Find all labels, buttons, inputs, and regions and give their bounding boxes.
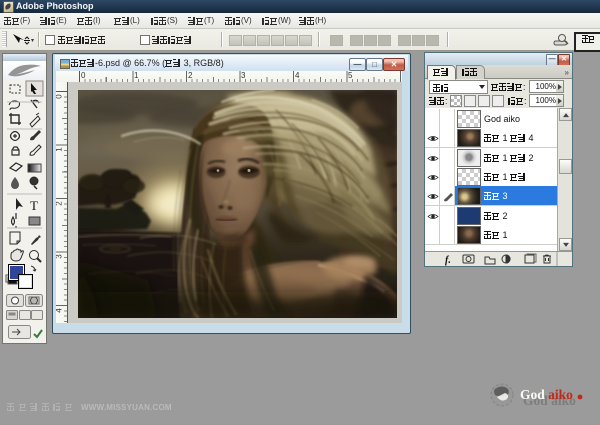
svg-text:f.: f.	[445, 255, 451, 266]
svg-text:God aiko: God aiko	[520, 387, 573, 402]
svg-text:T: T	[30, 198, 38, 213]
